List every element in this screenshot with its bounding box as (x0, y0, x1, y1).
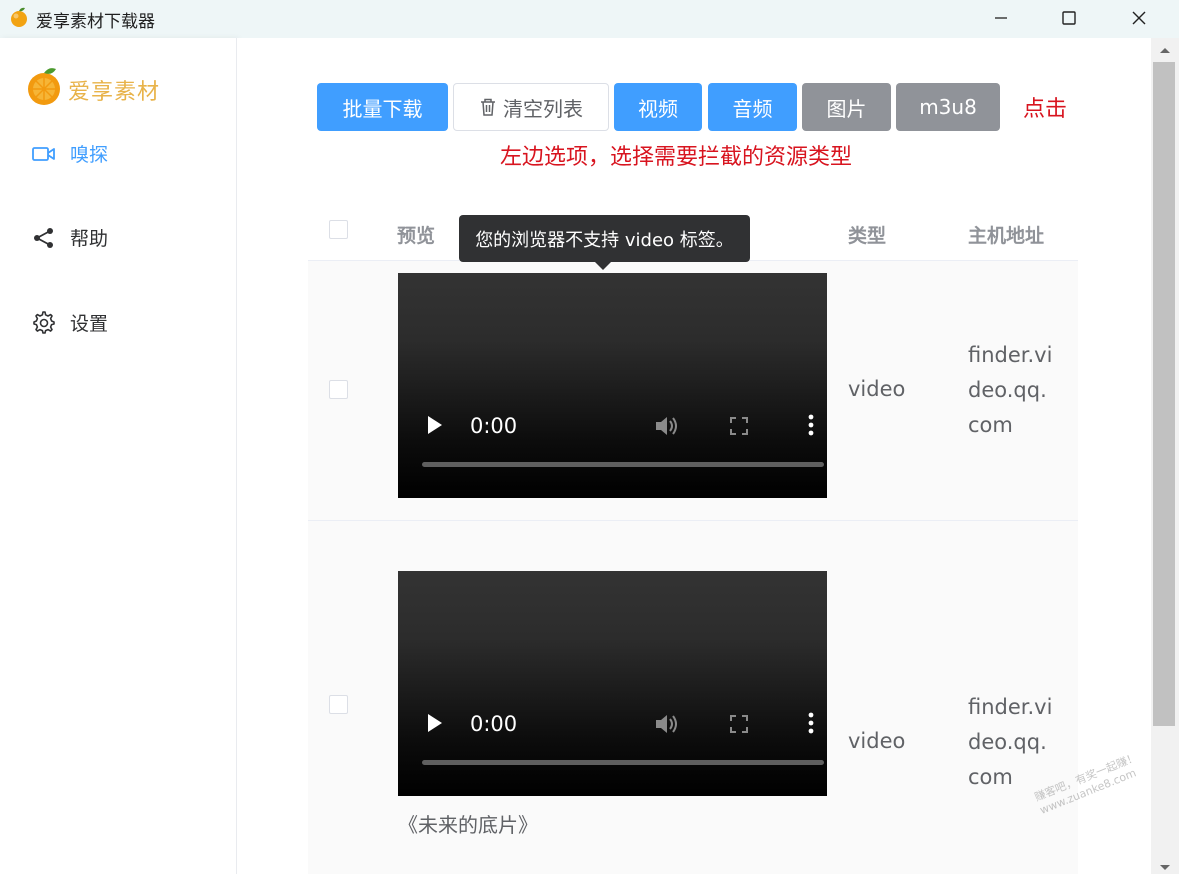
main-content: 批量下载 清空列表 视频 音频 图片 m3u8 点击 左边选项，选择需要拦截的资… (237, 38, 1151, 874)
volume-icon[interactable] (655, 713, 681, 735)
row-checkbox[interactable] (329, 380, 348, 399)
window-title: 爱享素材下载器 (36, 12, 155, 32)
close-icon (1132, 11, 1146, 25)
filter-audio-button[interactable]: 音频 (708, 83, 797, 131)
play-icon[interactable] (428, 714, 442, 732)
sidebar-item-help[interactable]: 帮助 (32, 224, 108, 251)
clear-list-button[interactable]: 清空列表 (453, 83, 609, 131)
sidebar-item-label: 帮助 (70, 228, 109, 250)
sidebar: 爱享素材 嗅探 帮助 设置 (0, 38, 237, 874)
video-time: 0:00 (470, 414, 518, 438)
video-caption: 《未来的底片》 (398, 813, 538, 837)
more-options-icon[interactable] (808, 712, 814, 734)
scrollbar-thumb[interactable] (1153, 62, 1175, 726)
brand-name: 爱享素材 (68, 80, 161, 105)
cell-type: video (848, 377, 906, 401)
video-player[interactable]: 0:00 (398, 571, 827, 796)
filter-m3u8-button[interactable]: m3u8 (896, 83, 1000, 131)
video-camera-icon (32, 142, 56, 166)
sidebar-item-label: 设置 (70, 313, 109, 335)
select-all-checkbox[interactable] (329, 220, 348, 239)
close-button[interactable] (1116, 0, 1162, 36)
filter-video-button[interactable]: 视频 (614, 83, 702, 131)
row-checkbox[interactable] (329, 695, 348, 714)
fullscreen-icon[interactable] (730, 715, 748, 733)
cell-host: finder.video.qq.com (968, 695, 1053, 789)
batch-download-button[interactable]: 批量下载 (317, 83, 448, 131)
fullscreen-icon[interactable] (730, 417, 748, 435)
seek-bar[interactable] (422, 462, 824, 467)
sidebar-item-label: 嗅探 (70, 144, 109, 166)
gear-icon (32, 310, 56, 335)
minimize-icon (995, 17, 1007, 19)
sidebar-item-settings[interactable]: 设置 (32, 309, 108, 336)
sidebar-item-sniff[interactable]: 嗅探 (32, 140, 108, 167)
volume-icon[interactable] (655, 415, 681, 437)
maximize-button[interactable] (1046, 0, 1092, 36)
orange-icon (11, 7, 27, 27)
header-preview: 预览 (397, 225, 436, 247)
maximize-icon (1062, 11, 1076, 25)
tooltip: 您的浏览器不支持 video 标签。 (459, 215, 750, 262)
orange-logo-icon (28, 68, 60, 105)
filter-image-button[interactable]: 图片 (802, 83, 891, 131)
annotation-instruction: 左边选项，选择需要拦截的资源类型 (500, 145, 853, 170)
scroll-up-arrow-icon[interactable] (1159, 46, 1171, 54)
seek-bar[interactable] (422, 760, 824, 765)
minimize-button[interactable] (978, 0, 1024, 36)
video-time: 0:00 (470, 712, 518, 736)
tooltip-arrow (595, 262, 611, 270)
more-options-icon[interactable] (808, 414, 814, 436)
clear-list-label: 清空列表 (503, 96, 583, 121)
trash-icon (481, 98, 495, 116)
header-host: 主机地址 (968, 225, 1045, 247)
header-type: 类型 (848, 225, 887, 247)
title-bar: 爱享素材下载器 (0, 0, 1179, 38)
scroll-down-arrow-icon[interactable] (1159, 864, 1171, 872)
table-row: 0:00 video finder.video.qq.com (308, 261, 1078, 521)
share-icon (32, 226, 56, 250)
play-icon[interactable] (428, 416, 442, 434)
cell-type: video (848, 729, 906, 753)
annotation-click: 点击 (1023, 97, 1068, 122)
video-player[interactable]: 0:00 (398, 273, 827, 498)
cell-host: finder.video.qq.com (968, 343, 1053, 437)
table-row: 0:00 《未来的底片》 video finder.video.qq.com (308, 521, 1078, 874)
